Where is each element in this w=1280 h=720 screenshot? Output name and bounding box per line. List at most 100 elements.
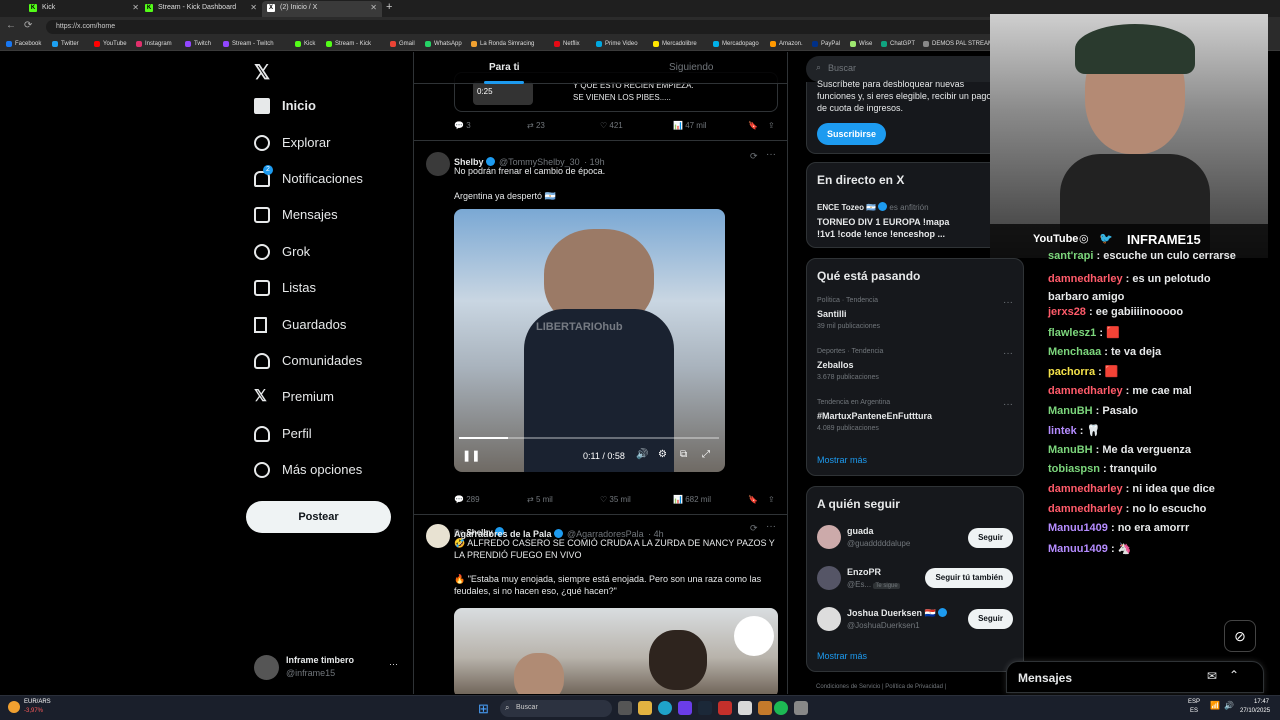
live-text[interactable]: TORNEO DIV 1 EUROPA !mapa !1v1 !code !en… — [817, 216, 967, 240]
store-icon[interactable] — [678, 701, 692, 715]
bookmark-item[interactable]: Netflix — [554, 39, 580, 49]
language-indicator[interactable]: ESP — [1188, 699, 1200, 705]
new-tab-button[interactable]: + — [386, 1, 392, 13]
bookmark-item[interactable]: Mercadolibre — [653, 39, 697, 49]
bookmark-item[interactable]: Wise — [850, 39, 872, 49]
follow-back-button[interactable]: Seguir tú también — [925, 568, 1013, 588]
bookmark-item[interactable]: La Ronda Simracing — [471, 39, 534, 49]
bookmark-item[interactable]: Amazon. — [770, 39, 803, 49]
nav-item-notificaciones[interactable]: 2 Notificaciones — [254, 165, 363, 191]
follow-name[interactable]: guada — [847, 526, 874, 536]
browser-tab-kick[interactable]: K Kick ✕ — [24, 1, 144, 17]
nav-item-comunidades[interactable]: Comunidades — [254, 349, 362, 373]
x-logo-icon[interactable]: 𝕏 — [254, 60, 270, 85]
tab-siguiendo[interactable]: Siguiendo — [669, 62, 713, 73]
nav-item-listas[interactable]: Listas — [254, 276, 316, 300]
bookmark-item[interactable]: Gmail — [390, 39, 415, 49]
share-icon[interactable]: ⇪ — [768, 121, 775, 130]
more-icon[interactable]: ··· — [1003, 348, 1013, 359]
follow-button[interactable]: Seguir — [968, 609, 1013, 629]
nav-item-explorar[interactable]: Explorar — [254, 131, 330, 155]
follow-name[interactable]: Joshua Duerksen 🇵🇾 — [847, 608, 947, 619]
nav-item-grok[interactable]: Grok — [254, 240, 310, 264]
clock-time[interactable]: 17:47 — [1254, 699, 1269, 705]
app-icon[interactable] — [758, 701, 772, 715]
browser-tab-x[interactable]: X (2) Inicio / X ✕ — [262, 1, 382, 17]
bookmark-item[interactable]: PayPal — [812, 39, 840, 49]
nav-item-inicio[interactable]: Inicio — [254, 94, 316, 118]
taskbar-search[interactable]: ⌕ Buscar — [500, 700, 612, 717]
nav-item-guardados[interactable]: Guardados — [254, 313, 346, 337]
subscribe-button[interactable]: Suscribirse — [817, 123, 887, 145]
nav-item-mas-opciones[interactable]: Más opciones — [254, 458, 362, 482]
clock-date[interactable]: 27/10/2025 — [1240, 708, 1270, 714]
grok-icon[interactable]: ⟳ — [750, 523, 758, 534]
like-button[interactable]: ♡ 421 — [600, 121, 623, 130]
pip-icon[interactable]: ⧉ — [680, 449, 687, 460]
app-icon[interactable] — [738, 701, 752, 715]
video-player[interactable]: LIBERTARIOhub ❚❚ 0:11 / 0:58 🔊 ⚙ ⧉ ⤢ — [454, 209, 725, 472]
bookmark-item[interactable]: Instagram — [136, 39, 172, 49]
like-button[interactable]: ♡ 35 mil — [600, 495, 631, 504]
bookmark-icon[interactable]: 🔖 — [748, 121, 758, 130]
bookmark-item[interactable]: Kick — [295, 39, 315, 49]
chevron-up-icon[interactable]: ⌃ — [1229, 668, 1239, 682]
spotify-icon[interactable] — [774, 701, 788, 715]
pause-icon[interactable]: ❚❚ — [462, 449, 480, 462]
app-icon[interactable] — [794, 701, 808, 715]
views-button[interactable]: 📊 47 mil — [673, 121, 707, 130]
url-field[interactable]: https://x.com/home — [46, 20, 996, 34]
tweet[interactable]: Shelby @TommyShelby_30 · 19h ⟳ ··· No po… — [414, 141, 787, 537]
bookmark-icon[interactable]: 🔖 — [748, 495, 758, 504]
app-icon[interactable] — [718, 701, 732, 715]
edge-icon[interactable] — [658, 701, 672, 715]
bookmark-item[interactable]: Mercadopago — [713, 39, 759, 49]
more-icon[interactable]: ··· — [766, 521, 776, 532]
share-icon[interactable]: ⇪ — [768, 495, 775, 504]
bookmark-item[interactable]: Stream - Kick — [326, 39, 371, 49]
close-icon[interactable]: ✕ — [132, 1, 139, 15]
nav-item-perfil[interactable]: Perfil — [254, 422, 312, 446]
volume-icon[interactable]: 🔊 — [1224, 701, 1234, 710]
back-icon[interactable]: ← — [6, 20, 16, 31]
close-icon[interactable]: ✕ — [250, 1, 257, 15]
avatar[interactable] — [817, 525, 841, 549]
more-icon[interactable]: ··· — [766, 149, 776, 160]
grok-icon[interactable]: ⊘ — [1224, 620, 1256, 652]
trend-item[interactable]: Zeballos — [817, 360, 854, 370]
messages-drawer[interactable]: Mensajes ✉ ⌃ — [1006, 661, 1264, 693]
tab-para-ti[interactable]: Para ti — [489, 62, 520, 73]
new-message-icon[interactable]: ✉ — [1207, 669, 1217, 683]
grok-icon[interactable]: ⟳ — [750, 151, 758, 162]
settings-icon[interactable]: ⚙ — [658, 449, 667, 460]
nav-item-mensajes[interactable]: Mensajes — [254, 203, 338, 227]
show-more-link[interactable]: Mostrar más — [817, 651, 867, 661]
avatar[interactable] — [426, 524, 450, 548]
nav-item-premium[interactable]: 𝕏 Premium — [254, 385, 334, 409]
weather-icon[interactable] — [8, 701, 20, 713]
follow-name[interactable]: EnzoPR — [847, 567, 881, 577]
trend-item[interactable]: #MartuxPanteneEnFutttura — [817, 411, 932, 421]
video-progress-track[interactable] — [459, 437, 719, 439]
close-icon[interactable]: ✕ — [370, 1, 377, 15]
follow-button[interactable]: Seguir — [968, 528, 1013, 548]
volume-icon[interactable]: 🔊 — [636, 449, 648, 460]
avatar[interactable] — [817, 607, 841, 631]
steam-icon[interactable] — [698, 701, 712, 715]
show-more-link[interactable]: Mostrar más — [817, 455, 867, 465]
avatar[interactable] — [817, 566, 841, 590]
bookmark-item[interactable]: ChatGPT — [881, 39, 915, 49]
wifi-icon[interactable]: 📶 — [1210, 701, 1220, 710]
reply-button[interactable]: 💬 3 — [454, 121, 471, 130]
live-host[interactable]: ENCE Tozeo 🇦🇷 es anfitrión — [817, 202, 929, 212]
account-switcher[interactable]: Inframe timbero @inframe15 ··· — [254, 653, 404, 683]
post-button[interactable]: Postear — [246, 501, 391, 533]
more-icon[interactable]: ··· — [1003, 399, 1013, 410]
windows-start-icon[interactable]: ⊞ — [478, 701, 489, 717]
bookmark-item[interactable]: Twitter — [52, 39, 79, 49]
more-icon[interactable]: ··· — [1003, 297, 1013, 308]
file-explorer-icon[interactable] — [638, 701, 652, 715]
trend-item[interactable]: Santilli — [817, 309, 847, 319]
footer-links[interactable]: Condiciones de Servicio | Política de Pr… — [816, 684, 946, 690]
bookmark-item[interactable]: DEMOS PAL STREAM — [923, 39, 993, 49]
